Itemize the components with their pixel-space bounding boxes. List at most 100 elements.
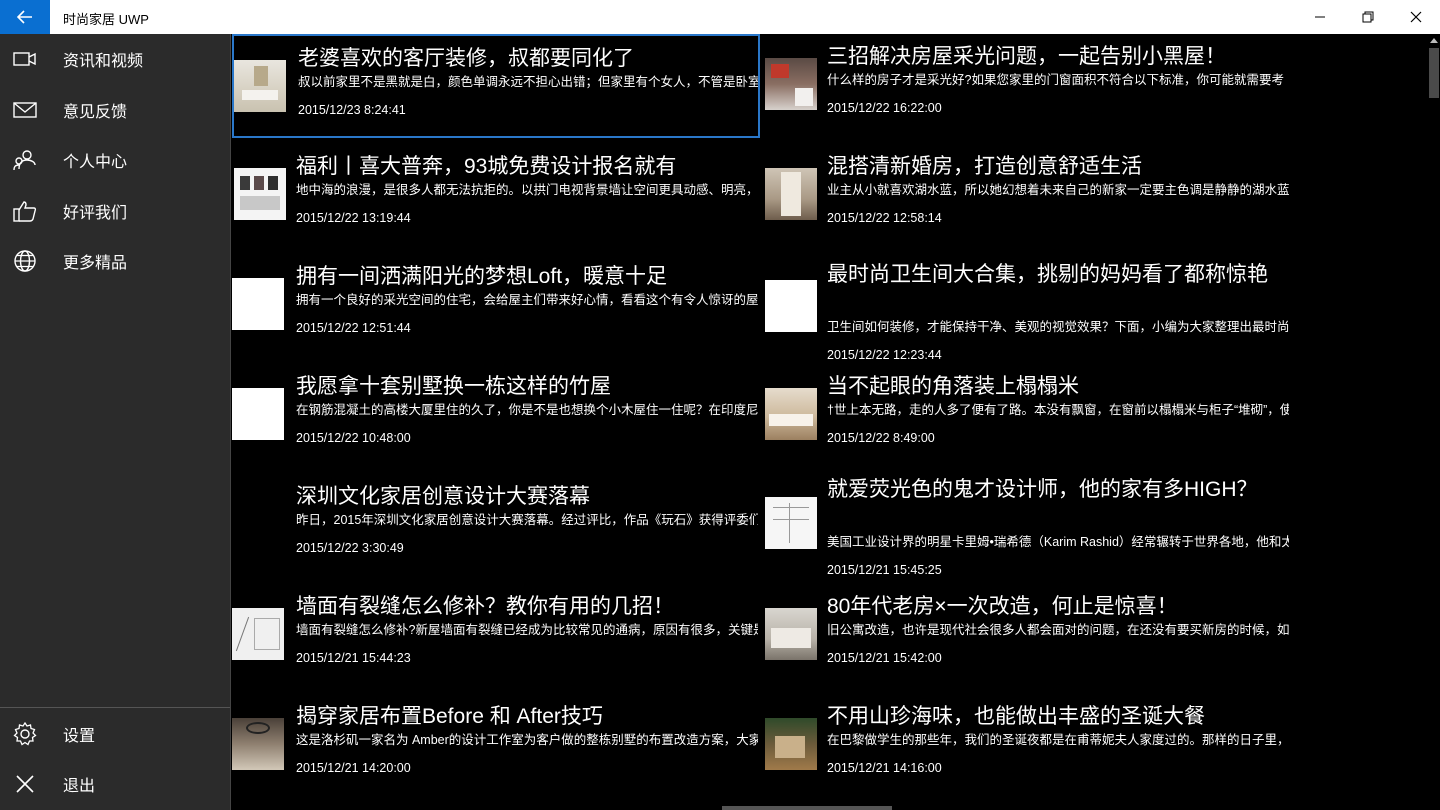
sidebar-divider (0, 707, 230, 708)
sidebar: 资讯和视频 意见反馈 个人中心 好评我们 更多精品 设置 退出 (0, 34, 231, 810)
chevron-up-icon (1430, 38, 1438, 43)
sidebar-item-settings[interactable]: 设置 (0, 709, 230, 759)
mail-icon (13, 98, 37, 122)
globe-icon (13, 249, 37, 273)
sidebar-item-rate-us[interactable]: 好评我们 (0, 186, 230, 236)
article-date: 2015/12/21 15:45:25 (827, 563, 942, 577)
article-thumbnail (232, 718, 284, 770)
article-summary: 旧公寓改造，也许是现代社会很多人都会面对的问题，在还没有要买新房的时候，如何 (827, 623, 1289, 637)
article-card[interactable]: 混搭清新婚房，打造创意舒适生活 业主从小就喜欢湖水蓝，所以她幻想着未来自己的新家… (763, 144, 1291, 248)
article-title: 老婆喜欢的客厅装修，叔都要同化了 (298, 47, 634, 70)
sidebar-item-feedback[interactable]: 意见反馈 (0, 85, 230, 135)
article-thumbnail (232, 278, 284, 330)
article-card[interactable]: 墙面有裂缝怎么修补？教你有用的几招！ 墙面有裂缝怎么修补?新屋墙面有裂缝已经成为… (232, 584, 760, 688)
sidebar-item-label: 设置 (63, 728, 96, 745)
article-title: 三招解决房屋采光问题，一起告别小黑屋！ (827, 45, 1226, 68)
back-button[interactable] (0, 0, 50, 34)
article-title: 当不起眼的角落装上榻榻米 (827, 375, 1079, 398)
article-thumbnail (234, 498, 286, 550)
sidebar-item-label: 资讯和视频 (63, 53, 144, 70)
article-card[interactable]: 80年代老房×一次改造，何止是惊喜！ 旧公寓改造，也许是现代社会很多人都会面对的… (763, 584, 1291, 688)
article-summary: 昨日，2015年深圳文化家居创意设计大赛落幕。经过评比，作品《玩石》获得评委们 (296, 513, 758, 527)
article-card[interactable]: 福利丨喜大普奔，93城免费设计报名就有 地中海的浪漫，是很多人都无法抗拒的。以拱… (232, 144, 760, 248)
vertical-scrollbar[interactable] (1428, 34, 1440, 810)
article-card[interactable]: 我愿拿十套别墅换一栋这样的竹屋 在钢筋混凝土的高楼大厦里住的久了，你是不是也想换… (232, 364, 760, 468)
article-title: 深圳文化家居创意设计大赛落幕 (296, 485, 590, 508)
sidebar-item-exit[interactable]: 退出 (0, 759, 230, 809)
restore-icon (1362, 11, 1374, 23)
article-thumbnail (234, 60, 286, 112)
article-card[interactable]: 拥有一间洒满阳光的梦想Loft，暖意十足 拥有一个良好的采光空间的住宅，会给屋主… (232, 254, 760, 358)
article-title: 拥有一间洒满阳光的梦想Loft，暖意十足 (296, 265, 668, 288)
article-summary: 叔以前家里不是黑就是白，颜色单调永远不担心出错；但家里有个女人，不管是卧室 (298, 75, 760, 89)
article-summary: 在巴黎做学生的那些年，我们的圣诞夜都是在甫蒂妮夫人家度过的。那样的日子里， (827, 733, 1289, 747)
article-card[interactable]: 不用山珍海味，也能做出丰盛的圣诞大餐 在巴黎做学生的那些年，我们的圣诞夜都是在甫… (763, 694, 1291, 798)
article-card[interactable]: 三招解决房屋采光问题，一起告别小黑屋！ 什么样的房子才是采光好?如果您家里的门窗… (763, 34, 1291, 138)
minimize-button[interactable] (1296, 0, 1344, 34)
sidebar-item-label: 好评我们 (63, 205, 128, 222)
scroll-up-button[interactable] (1428, 34, 1440, 46)
article-date: 2015/12/22 13:19:44 (296, 211, 411, 225)
article-card[interactable]: 老婆喜欢的客厅装修，叔都要同化了 叔以前家里不是黑就是白，颜色单调永远不担心出错… (232, 34, 760, 138)
article-summary: 业主从小就喜欢湖水蓝，所以她幻想着未来自己的新家一定要主色调是静静的湖水蓝 (827, 183, 1289, 197)
close-icon (1410, 11, 1422, 23)
sidebar-item-label: 更多精品 (63, 255, 128, 272)
article-card[interactable]: 揭穿家居布置Before 和 After技巧 这是洛杉矶一家名为 Amber的设… (232, 694, 760, 798)
article-date: 2015/12/21 14:20:00 (296, 761, 411, 775)
article-thumbnail (765, 280, 817, 332)
article-list: 老婆喜欢的客厅装修，叔都要同化了 叔以前家里不是黑就是白，颜色单调永远不担心出错… (232, 34, 1428, 810)
article-thumbnail (765, 718, 817, 770)
article-date: 2015/12/22 8:49:00 (827, 431, 935, 445)
article-title: 福利丨喜大普奔，93城免费设计报名就有 (296, 155, 677, 178)
restore-button[interactable] (1344, 0, 1392, 34)
article-summary: 卫生间如何装修，才能保持干净、美观的视觉效果？下面，小编为大家整理出最时尚 (827, 320, 1289, 334)
article-thumbnail (765, 168, 817, 220)
article-title: 80年代老房×一次改造，何止是惊喜！ (827, 595, 1178, 618)
sidebar-item-label: 意见反馈 (63, 104, 128, 121)
article-card[interactable]: 当不起眼的角落装上榻榻米 †世上本无路，走的人多了便有了路。本没有飘窗，在窗前以… (763, 364, 1291, 468)
article-card[interactable]: 就爱荧光色的鬼才设计师，他的家有多HIGH？ 美国工业设计界的明星卡里姆•瑞希德… (763, 467, 1291, 595)
article-title: 揭穿家居布置Before 和 After技巧 (296, 705, 603, 728)
article-date: 2015/12/21 15:44:23 (296, 651, 411, 665)
article-date: 2015/12/21 14:16:00 (827, 761, 942, 775)
article-card[interactable]: 深圳文化家居创意设计大赛落幕 昨日，2015年深圳文化家居创意设计大赛落幕。经过… (232, 474, 760, 578)
article-thumbnail (232, 608, 284, 660)
minimize-icon (1315, 16, 1325, 18)
title-bar: 时尚家居 UWP (0, 0, 1440, 34)
article-title: 不用山珍海味，也能做出丰盛的圣诞大餐 (827, 705, 1205, 728)
article-date: 2015/12/22 12:58:14 (827, 211, 942, 225)
article-date: 2015/12/22 12:23:44 (827, 348, 942, 362)
gear-icon (13, 722, 37, 746)
sidebar-item-news-video[interactable]: 资讯和视频 (0, 34, 230, 84)
article-title: 混搭清新婚房，打造创意舒适生活 (827, 155, 1142, 178)
article-title: 我愿拿十套别墅换一栋这样的竹屋 (296, 375, 611, 398)
sidebar-item-profile[interactable]: 个人中心 (0, 135, 230, 185)
article-thumbnail (765, 608, 817, 660)
arrow-left-icon (17, 10, 32, 24)
close-icon (13, 772, 37, 796)
article-thumbnail (765, 58, 817, 110)
article-date: 2015/12/22 10:48:00 (296, 431, 411, 445)
article-summary: 在钢筋混凝土的高楼大厦里住的久了，你是不是也想换个小木屋住一住呢？在印度尼 (296, 403, 758, 417)
article-summary: 美国工业设计界的明星卡里姆•瑞希德（Karim Rashid）经常辗转于世界各地… (827, 535, 1289, 549)
article-date: 2015/12/22 3:30:49 (296, 541, 404, 555)
horizontal-scroll-indicator[interactable] (722, 806, 892, 810)
article-title: 墙面有裂缝怎么修补？教你有用的几招！ (296, 595, 674, 618)
sidebar-item-label: 退出 (63, 778, 96, 795)
close-window-button[interactable] (1392, 0, 1440, 34)
scroll-thumb[interactable] (1429, 48, 1439, 98)
article-summary: 这是洛杉矶一家名为 Amber的设计工作室为客户做的整栋别墅的布置改造方案，大家 (296, 733, 758, 747)
article-summary: 什么样的房子才是采光好?如果您家里的门窗面积不符合以下标准，你可能就需要考 (827, 73, 1284, 87)
sidebar-item-more-apps[interactable]: 更多精品 (0, 236, 230, 286)
article-date: 2015/12/22 16:22:00 (827, 101, 942, 115)
article-title: 最时尚卫生间大合集，挑剔的妈妈看了都称惊艳 (827, 263, 1268, 286)
article-date: 2015/12/21 15:42:00 (827, 651, 942, 665)
article-date: 2015/12/22 12:51:44 (296, 321, 411, 335)
article-summary: 墙面有裂缝怎么修补?新屋墙面有裂缝已经成为比较常见的通病，原因有很多，关键是 (296, 623, 758, 637)
sidebar-item-label: 个人中心 (63, 154, 128, 171)
article-card[interactable]: 最时尚卫生间大合集，挑剔的妈妈看了都称惊艳 卫生间如何装修，才能保持干净、美观的… (763, 252, 1291, 380)
article-summary: 地中海的浪漫，是很多人都无法抗拒的。以拱门电视背景墙让空间更具动感、明亮， (296, 183, 758, 197)
video-camera-icon (13, 47, 37, 71)
people-icon (13, 148, 37, 172)
article-thumbnail (232, 388, 284, 440)
